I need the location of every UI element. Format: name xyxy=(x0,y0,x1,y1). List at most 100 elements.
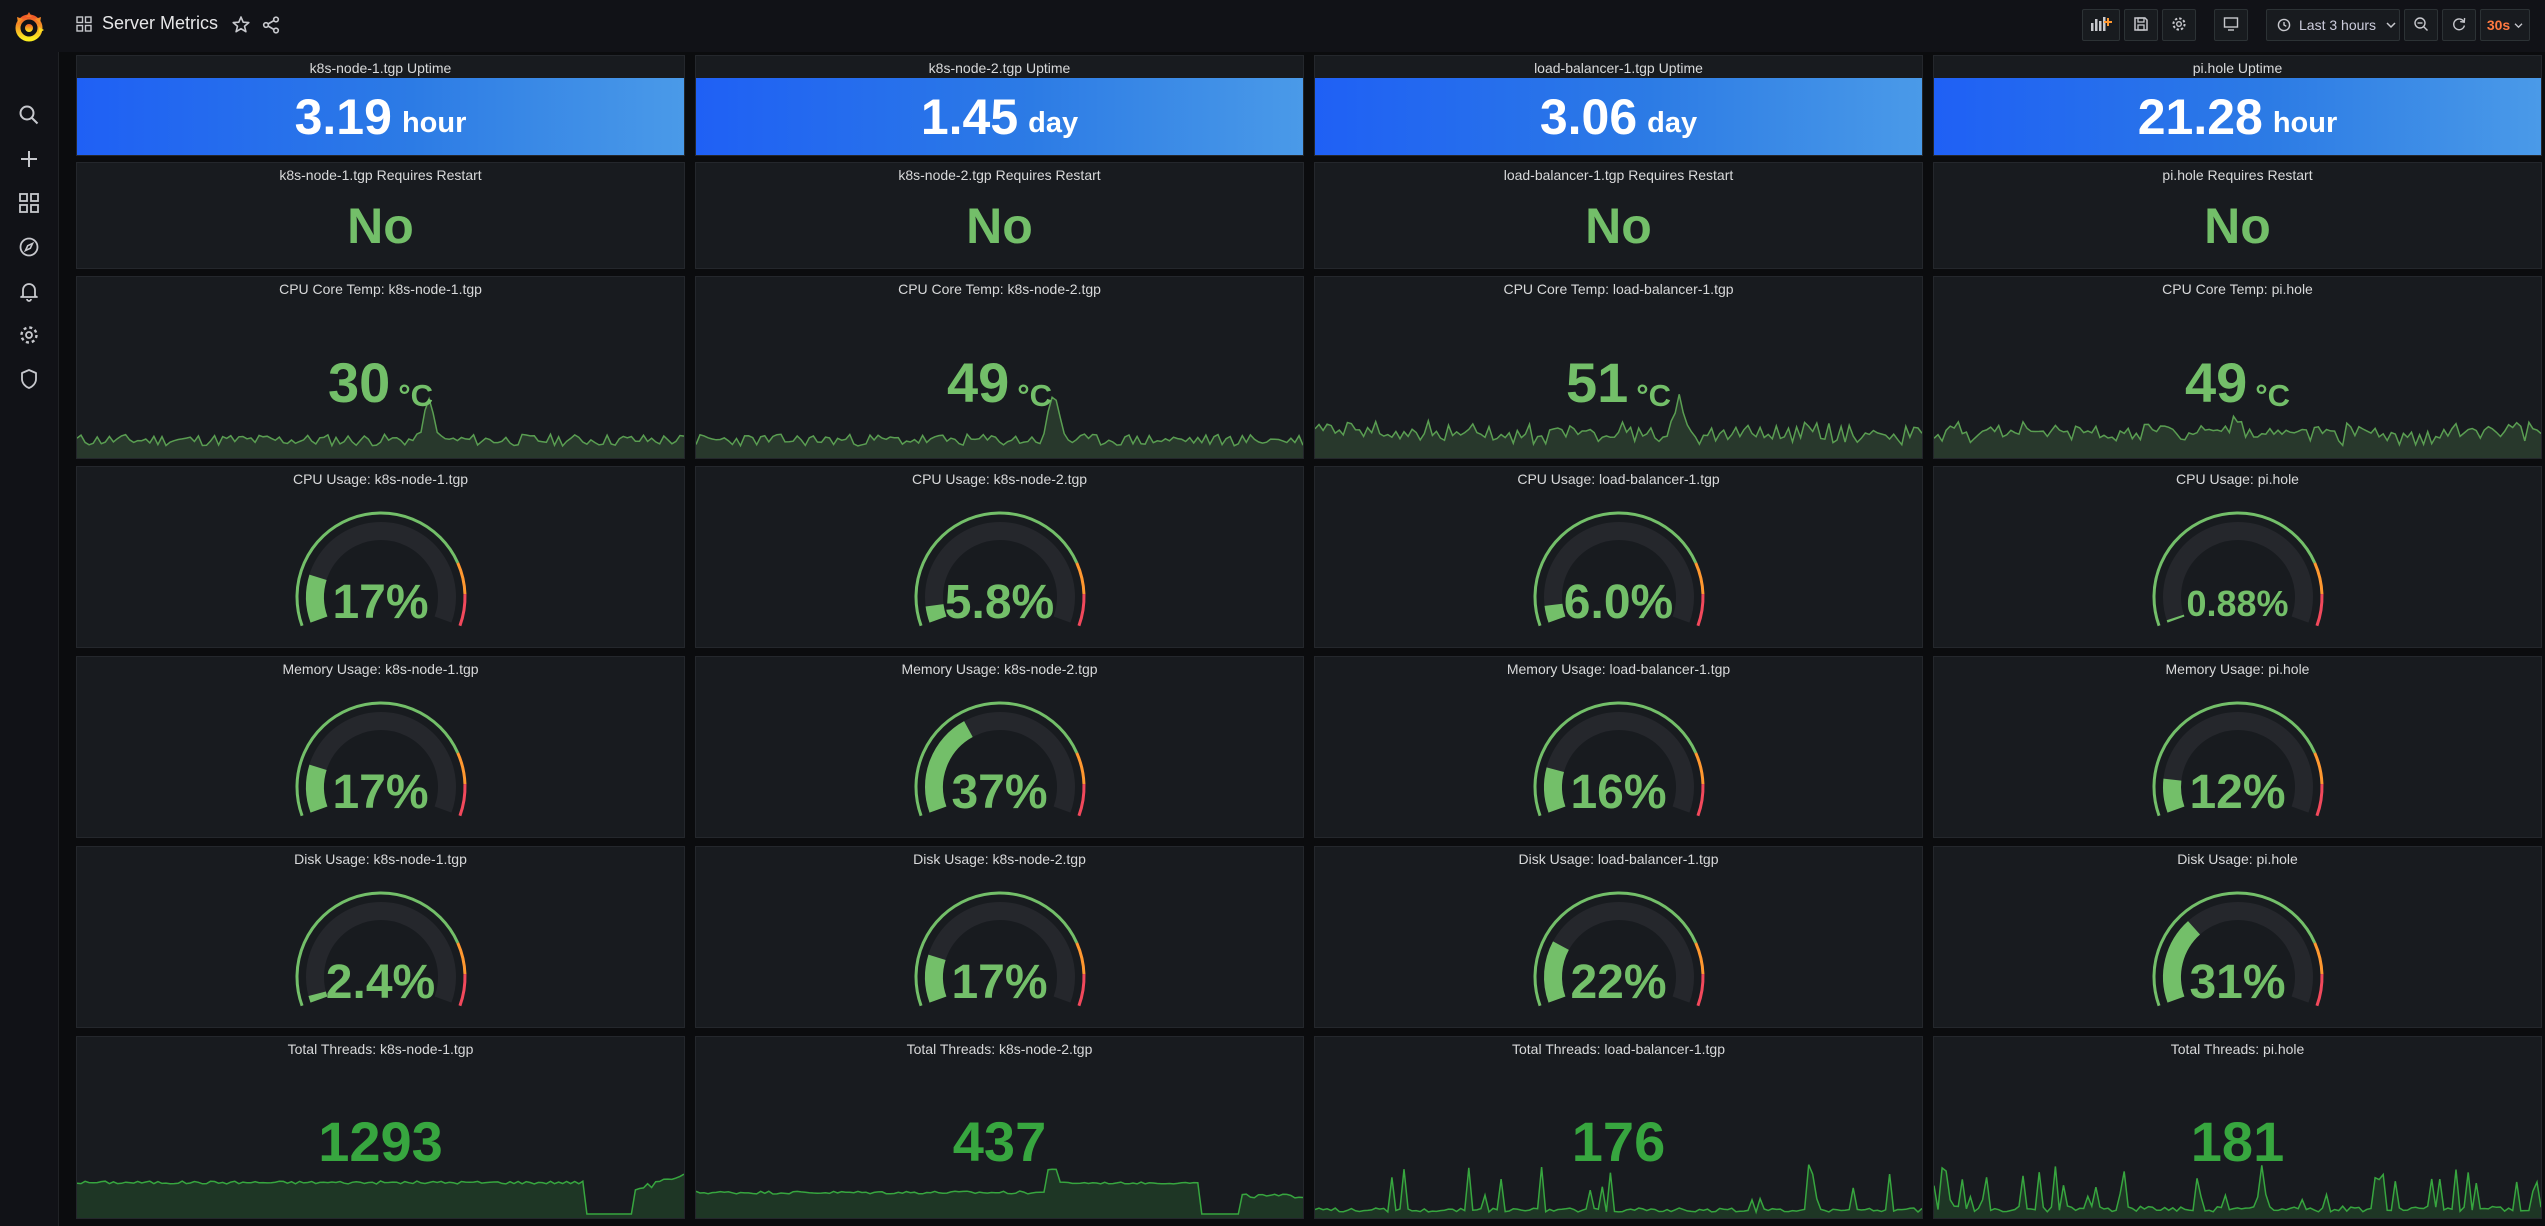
threads-value: 1293 xyxy=(318,1110,443,1173)
memory-usage-value: 16% xyxy=(1570,766,1667,819)
memory-usage-gauge-panel[interactable]: Memory Usage: pi.hole 12% xyxy=(1933,656,2542,838)
panel-title[interactable]: k8s-node-1.tgp Requires Restart xyxy=(77,167,684,183)
panel-title[interactable]: Memory Usage: k8s-node-2.tgp xyxy=(696,661,1303,677)
disk-usage-value: 22% xyxy=(1570,956,1667,1009)
panel-title[interactable]: Total Threads: pi.hole xyxy=(1934,1041,2541,1057)
cpu-usage-gauge-panel[interactable]: CPU Usage: k8s-node-1.tgp 17% xyxy=(76,466,685,648)
cpu-temp-panel[interactable]: CPU Core Temp: k8s-node-2.tgp 49 °C xyxy=(695,276,1304,459)
cpu-usage-gauge-panel[interactable]: CPU Usage: pi.hole 0.88% xyxy=(1933,466,2542,648)
dashboard-title[interactable]: Server Metrics xyxy=(102,13,218,34)
restart-panel[interactable]: pi.hole Requires Restart No xyxy=(1933,162,2542,269)
panel-title[interactable]: CPU Usage: k8s-node-2.tgp xyxy=(696,471,1303,487)
cpu-usage-gauge-panel[interactable]: CPU Usage: load-balancer-1.tgp 6.0% xyxy=(1314,466,1923,648)
refresh-interval-picker[interactable]: 30s xyxy=(2480,9,2530,41)
chevron-down-icon xyxy=(2386,21,2396,29)
panel-title[interactable]: CPU Usage: load-balancer-1.tgp xyxy=(1315,471,1922,487)
dashboard-settings-button[interactable] xyxy=(2162,9,2196,41)
panel-title[interactable]: pi.hole Uptime xyxy=(1934,60,2541,76)
panel-title[interactable]: CPU Usage: k8s-node-1.tgp xyxy=(77,471,684,487)
cpu-temp-panel[interactable]: CPU Core Temp: load-balancer-1.tgp 51 °C xyxy=(1314,276,1923,459)
panel-title[interactable]: Memory Usage: load-balancer-1.tgp xyxy=(1315,661,1922,677)
restart-status-value: No xyxy=(347,198,414,254)
cycle-view-mode-button[interactable] xyxy=(2214,9,2248,41)
panel-title[interactable]: Disk Usage: k8s-node-2.tgp xyxy=(696,851,1303,867)
restart-status-value: No xyxy=(2204,198,2271,254)
panel-title[interactable]: load-balancer-1.tgp Requires Restart xyxy=(1315,167,1922,183)
total-threads-panel[interactable]: Total Threads: k8s-node-1.tgp 1293 xyxy=(76,1036,685,1219)
panel-title[interactable]: Total Threads: load-balancer-1.tgp xyxy=(1315,1041,1922,1057)
panel-title[interactable]: CPU Core Temp: k8s-node-1.tgp xyxy=(77,281,684,297)
memory-usage-gauge-panel[interactable]: Memory Usage: k8s-node-2.tgp 37% xyxy=(695,656,1304,838)
panel-title[interactable]: Memory Usage: k8s-node-1.tgp xyxy=(77,661,684,677)
panel-title[interactable]: CPU Core Temp: k8s-node-2.tgp xyxy=(696,281,1303,297)
temp-value: 51 xyxy=(1565,351,1629,414)
cpu-usage-gauge-panel[interactable]: CPU Usage: k8s-node-2.tgp 5.8% xyxy=(695,466,1304,648)
panel-title[interactable]: Disk Usage: k8s-node-1.tgp xyxy=(77,851,684,867)
panel-title[interactable]: k8s-node-2.tgp Requires Restart xyxy=(696,167,1303,183)
restart-panel[interactable]: k8s-node-2.tgp Requires Restart No xyxy=(695,162,1304,269)
panel-title[interactable]: Memory Usage: pi.hole xyxy=(1934,661,2541,677)
memory-usage-gauge-panel[interactable]: Memory Usage: k8s-node-1.tgp 17% xyxy=(76,656,685,838)
disk-usage-gauge-panel[interactable]: Disk Usage: pi.hole 31% xyxy=(1933,846,2542,1028)
temp-value: 49 xyxy=(2184,351,2248,414)
zoom-out-icon xyxy=(2413,16,2429,35)
refresh-icon xyxy=(2451,16,2467,35)
total-threads-panel[interactable]: Total Threads: k8s-node-2.tgp 437 xyxy=(695,1036,1304,1219)
disk-usage-value: 17% xyxy=(951,956,1048,1009)
panel-title[interactable]: Disk Usage: load-balancer-1.tgp xyxy=(1315,851,1922,867)
dashboards-icon[interactable] xyxy=(15,189,43,217)
panel-title[interactable]: Total Threads: k8s-node-2.tgp xyxy=(696,1041,1303,1057)
panel-title[interactable]: CPU Core Temp: load-balancer-1.tgp xyxy=(1315,281,1922,297)
cpu-usage-value: 0.88% xyxy=(2186,583,2289,624)
alerting-icon[interactable] xyxy=(15,277,43,305)
panel-title[interactable]: k8s-node-1.tgp Uptime xyxy=(77,60,684,76)
panel-title[interactable]: Disk Usage: pi.hole xyxy=(1934,851,2541,867)
panel-title[interactable]: k8s-node-2.tgp Uptime xyxy=(696,60,1303,76)
uptime-panel[interactable]: load-balancer-1.tgp Uptime 3.06 day xyxy=(1314,55,1923,156)
disk-usage-gauge-panel[interactable]: Disk Usage: k8s-node-2.tgp 17% xyxy=(695,846,1304,1028)
panel-title[interactable]: CPU Core Temp: pi.hole xyxy=(1934,281,2541,297)
temp-unit: °C xyxy=(1017,378,1053,413)
time-range-picker[interactable]: Last 3 hours xyxy=(2266,9,2400,41)
share-icon[interactable] xyxy=(260,14,282,36)
disk-usage-gauge-panel[interactable]: Disk Usage: load-balancer-1.tgp 22% xyxy=(1314,846,1923,1028)
total-threads-panel[interactable]: Total Threads: load-balancer-1.tgp 176 xyxy=(1314,1036,1923,1219)
refresh-button[interactable] xyxy=(2442,9,2476,41)
total-threads-panel[interactable]: Total Threads: pi.hole 181 xyxy=(1933,1036,2542,1219)
server-admin-icon[interactable] xyxy=(15,365,43,393)
threads-value: 176 xyxy=(1571,1110,1666,1173)
cpu-temp-panel[interactable]: CPU Core Temp: k8s-node-1.tgp 30 °C xyxy=(76,276,685,459)
cpu-temp-panel[interactable]: CPU Core Temp: pi.hole 49 °C xyxy=(1933,276,2542,459)
uptime-stat: 3.19 hour xyxy=(77,78,684,155)
disk-usage-gauge-panel[interactable]: Disk Usage: k8s-node-1.tgp 2.4% xyxy=(76,846,685,1028)
uptime-stat: 21.28 hour xyxy=(1934,78,2541,155)
chevron-down-icon xyxy=(2514,22,2523,29)
restart-panel[interactable]: k8s-node-1.tgp Requires Restart No xyxy=(76,162,685,269)
threads-value: 181 xyxy=(2190,1110,2285,1173)
star-icon[interactable] xyxy=(230,14,252,36)
explore-icon[interactable] xyxy=(15,233,43,261)
uptime-panel[interactable]: k8s-node-2.tgp Uptime 1.45 day xyxy=(695,55,1304,156)
panel-title[interactable]: pi.hole Requires Restart xyxy=(1934,167,2541,183)
panel-title[interactable]: CPU Usage: pi.hole xyxy=(1934,471,2541,487)
plus-icon[interactable] xyxy=(15,145,43,173)
uptime-unit: day xyxy=(1028,107,1079,139)
memory-usage-gauge-panel[interactable]: Memory Usage: load-balancer-1.tgp 16% xyxy=(1314,656,1923,838)
time-range-label: Last 3 hours xyxy=(2299,17,2377,33)
restart-panel[interactable]: load-balancer-1.tgp Requires Restart No xyxy=(1314,162,1923,269)
memory-usage-value: 12% xyxy=(2189,766,2286,819)
panel-title[interactable]: load-balancer-1.tgp Uptime xyxy=(1315,60,1922,76)
add-panel-button[interactable] xyxy=(2082,9,2120,41)
memory-usage-value: 37% xyxy=(951,766,1048,819)
uptime-panel[interactable]: k8s-node-1.tgp Uptime 3.19 hour xyxy=(76,55,685,156)
uptime-value: 21.28 xyxy=(2137,88,2263,145)
temp-stat: 49 °C xyxy=(696,350,1303,415)
uptime-panel[interactable]: pi.hole Uptime 21.28 hour xyxy=(1933,55,2542,156)
save-dashboard-button[interactable] xyxy=(2124,9,2158,41)
panel-title[interactable]: Total Threads: k8s-node-1.tgp xyxy=(77,1041,684,1057)
grafana-logo[interactable] xyxy=(10,8,48,46)
search-icon[interactable] xyxy=(15,101,43,129)
configuration-icon[interactable] xyxy=(15,321,43,349)
uptime-unit: hour xyxy=(401,107,467,139)
zoom-out-button[interactable] xyxy=(2404,9,2438,41)
